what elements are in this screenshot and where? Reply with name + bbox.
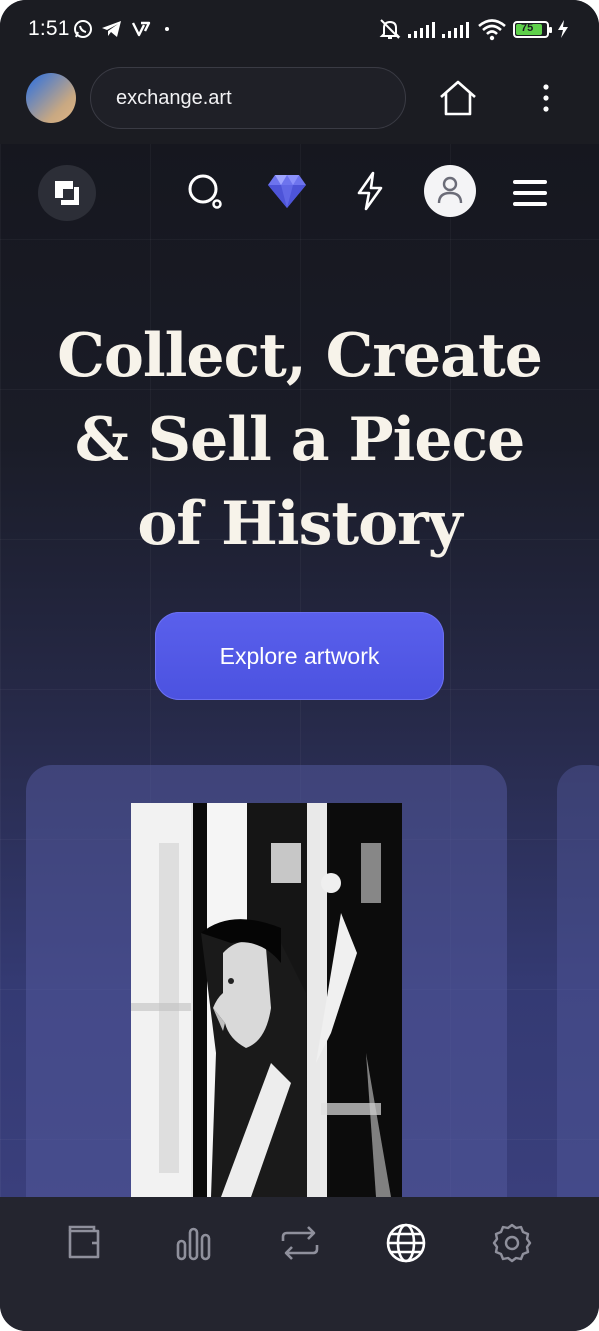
- bottom-navigation: [0, 1197, 599, 1331]
- signal-icon: [408, 22, 435, 38]
- hero-title-line: of History: [137, 489, 462, 559]
- hero-title-line: Collect, Create: [57, 321, 543, 391]
- more-icon[interactable]: [536, 82, 556, 114]
- address-bar[interactable]: exchange.art: [90, 67, 406, 129]
- battery-level: 75: [521, 22, 534, 34]
- globe-icon[interactable]: [384, 1221, 428, 1265]
- signal-icon: [442, 22, 469, 38]
- hamburger-icon[interactable]: [512, 179, 548, 207]
- site-logo-button[interactable]: [38, 165, 96, 221]
- vpn-icon: [131, 21, 151, 37]
- search-icon[interactable]: [186, 172, 226, 212]
- website-content: Collect, Create & Sell a Piece of Histor…: [0, 144, 599, 1197]
- wifi-icon: [478, 19, 506, 41]
- telegram-icon: [102, 21, 121, 37]
- phone-screen: 1:51 75 exchange.art Collect, Create & S…: [0, 0, 599, 1331]
- hero-title-line: & Sell a Piece: [74, 405, 526, 475]
- artwork-card-next[interactable]: [557, 765, 599, 1197]
- charging-icon: [558, 20, 568, 38]
- logo-icon: [55, 181, 79, 205]
- chart-icon[interactable]: [172, 1221, 216, 1265]
- wallet-icon[interactable]: [64, 1221, 108, 1265]
- swap-icon[interactable]: [278, 1221, 322, 1265]
- profile-button[interactable]: [424, 165, 476, 217]
- url-text: exchange.art: [116, 87, 232, 109]
- artwork-image[interactable]: [131, 803, 402, 1197]
- explore-artwork-button[interactable]: Explore artwork: [155, 612, 444, 700]
- diamond-icon[interactable]: [267, 173, 307, 209]
- battery-icon: 75: [513, 21, 552, 38]
- profile-icon: [437, 176, 463, 204]
- browser-profile-avatar[interactable]: [26, 73, 76, 123]
- lightning-icon[interactable]: [355, 171, 385, 211]
- dot-icon: [165, 27, 169, 31]
- whatsapp-icon: [74, 20, 92, 38]
- status-time: 1:51: [28, 17, 70, 40]
- status-bar: 1:51 75: [0, 0, 599, 60]
- mute-icon: [379, 19, 401, 39]
- settings-icon[interactable]: [490, 1221, 534, 1265]
- home-icon[interactable]: [437, 78, 479, 118]
- hero-title: Collect, Create & Sell a Piece of Histor…: [0, 314, 599, 566]
